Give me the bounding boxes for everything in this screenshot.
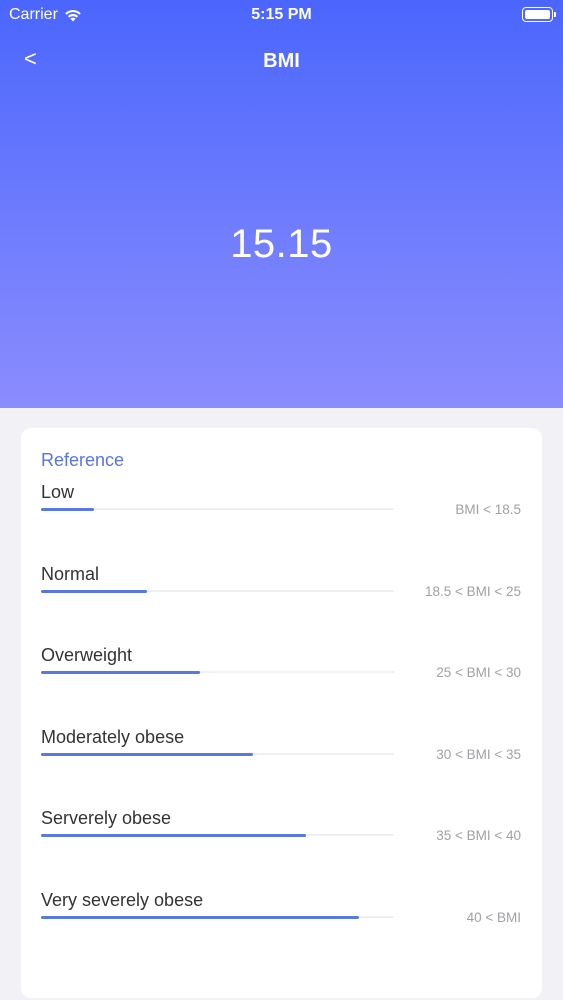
reference-card: Reference Low BMI < 18.5 Normal 18.5 < B… — [21, 428, 542, 998]
reference-range: 40 < BMI — [466, 910, 521, 925]
page-title: BMI — [263, 50, 300, 72]
reference-label: Low — [41, 482, 75, 502]
status-bar: Carrier 5:15 PM — [0, 0, 563, 30]
progress-track — [41, 833, 394, 837]
progress-track — [41, 589, 394, 593]
progress-track — [41, 915, 394, 919]
reference-label: Moderately obese — [41, 727, 185, 747]
reference-row-severely-obese: Serverely obese 35 < BMI < 40 — [21, 808, 542, 888]
progress-fill — [41, 752, 253, 756]
progress-fill — [41, 507, 94, 511]
reference-row-moderately-obese: Moderately obese 30 < BMI < 35 — [21, 727, 542, 807]
reference-row-overweight: Overweight 25 < BMI < 30 — [21, 645, 542, 725]
reference-label: Very severely obese — [41, 890, 204, 910]
bmi-value: 15.15 — [230, 222, 333, 266]
reference-range: BMI < 18.5 — [455, 502, 521, 517]
status-time: 5:15 PM — [251, 6, 312, 23]
progress-fill — [41, 915, 359, 919]
nav-bar: < BMI — [0, 40, 563, 84]
progress-fill — [41, 589, 147, 593]
progress-track — [41, 507, 394, 511]
progress-fill — [41, 670, 200, 674]
reference-title: Reference — [41, 450, 125, 470]
reference-label: Normal — [41, 564, 100, 584]
reference-row-normal: Normal 18.5 < BMI < 25 — [21, 564, 542, 644]
progress-track — [41, 752, 394, 756]
reference-range: 18.5 < BMI < 25 — [424, 584, 521, 599]
battery-icon — [522, 7, 556, 22]
reference-label: Overweight — [41, 645, 133, 665]
reference-range: 30 < BMI < 35 — [436, 747, 521, 762]
reference-label: Serverely obese — [41, 808, 172, 828]
reference-row-low: Low BMI < 18.5 — [21, 482, 542, 562]
header: Carrier 5:15 PM < BMI 15.15 — [0, 0, 563, 408]
battery-level — [525, 10, 550, 19]
progress-fill — [41, 833, 306, 837]
progress-track — [41, 670, 394, 674]
reference-row-very-severely-obese: Very severely obese 40 < BMI — [21, 890, 542, 970]
reference-range: 25 < BMI < 30 — [436, 665, 521, 680]
reference-range: 35 < BMI < 40 — [436, 828, 521, 843]
